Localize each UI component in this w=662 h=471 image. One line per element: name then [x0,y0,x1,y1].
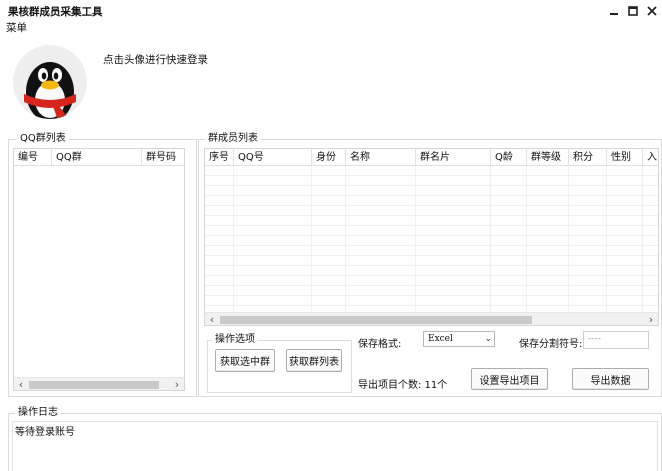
column-header[interactable]: 名称 [346,149,416,165]
column-header[interactable]: 身份 [312,149,346,165]
column-header[interactable]: 群名片 [416,149,491,165]
login-hint: 点击头像进行快速登录 [103,54,208,66]
scroll-thumb[interactable] [29,381,159,389]
column-header[interactable]: 入 [643,149,658,165]
table-row [205,216,658,226]
log-textarea[interactable]: 等待登录账号 [12,421,658,471]
member-table-header: 序号 QQ号 身份 名称 群名片 Q龄 群等级 积分 性别 入 [205,149,658,166]
separator-label: 保存分割符号: [519,339,583,350]
close-icon [647,6,657,16]
column-header[interactable]: 群等级 [527,149,569,165]
table-row [205,246,658,256]
scroll-left-icon[interactable]: ‹ [205,313,219,325]
export-item-count: 导出项目个数: 11个 [358,380,448,391]
column-header[interactable]: 序号 [205,149,234,165]
column-divider [415,166,416,312]
export-data-button[interactable]: 导出数据 [572,368,649,390]
member-list-legend: 群成员列表 [205,133,261,145]
table-row [205,286,658,296]
avatar[interactable] [12,44,88,120]
qq-group-list-legend: QQ群列表 [17,133,69,145]
table-row [205,196,658,206]
set-export-items-button[interactable]: 设置导出项目 [471,368,548,390]
qq-group-table-header: 编号 QQ群 群号码 [14,149,184,166]
table-row [205,176,658,186]
table-row [205,226,658,236]
minimize-icon [610,13,618,15]
table-row [205,256,658,266]
table-row [205,166,658,176]
column-divider [311,166,312,312]
log-text: 等待登录账号 [15,427,75,438]
table-row [205,266,658,276]
column-header[interactable]: 编号 [14,149,52,165]
column-divider [233,166,234,312]
options-legend: 操作选项 [212,334,258,346]
separator-input[interactable]: ---- [583,331,649,349]
table-row [205,206,658,216]
member-table[interactable]: 序号 QQ号 身份 名称 群名片 Q龄 群等级 积分 性别 入 ‹ › [204,148,659,326]
table-row [205,296,658,306]
scroll-left-icon[interactable]: ‹ [14,378,28,390]
scroll-right-icon[interactable]: › [170,378,184,390]
column-header[interactable]: Q龄 [491,149,527,165]
scroll-thumb[interactable] [220,316,532,324]
column-header[interactable]: QQ号 [234,149,312,165]
column-divider [345,166,346,312]
log-legend: 操作日志 [15,407,61,419]
column-divider [526,166,527,312]
table-row [205,276,658,286]
qq-penguin-icon [13,45,87,119]
column-divider [490,166,491,312]
window-title: 果核群成员采集工具 [8,6,103,18]
scroll-right-icon[interactable]: › [644,313,658,325]
table-row [205,186,658,196]
menu-main[interactable]: 菜单 [6,20,27,35]
qq-group-hscrollbar[interactable]: ‹ › [14,377,184,390]
get-group-list-button[interactable]: 获取群列表 [286,349,342,372]
column-header[interactable]: 性别 [607,149,643,165]
column-divider [568,166,569,312]
maximize-button[interactable] [625,3,641,19]
save-format-select[interactable]: Excel ⌄ [423,331,495,347]
column-header[interactable]: 积分 [569,149,607,165]
chevron-down-icon: ⌄ [484,334,492,344]
column-divider [642,166,643,312]
column-divider [606,166,607,312]
get-selected-group-button[interactable]: 获取选中群 [215,349,275,372]
table-row [205,236,658,246]
close-button[interactable] [644,3,660,19]
maximize-icon [628,6,638,16]
column-header[interactable]: QQ群 [52,149,142,165]
column-header[interactable]: 群号码 [142,149,184,165]
save-format-label: 保存格式: [358,339,402,350]
qq-group-table[interactable]: 编号 QQ群 群号码 ‹ › [13,148,185,391]
member-hscrollbar[interactable]: ‹ › [205,312,658,325]
minimize-button[interactable] [606,3,622,19]
save-format-value: Excel [428,334,453,344]
